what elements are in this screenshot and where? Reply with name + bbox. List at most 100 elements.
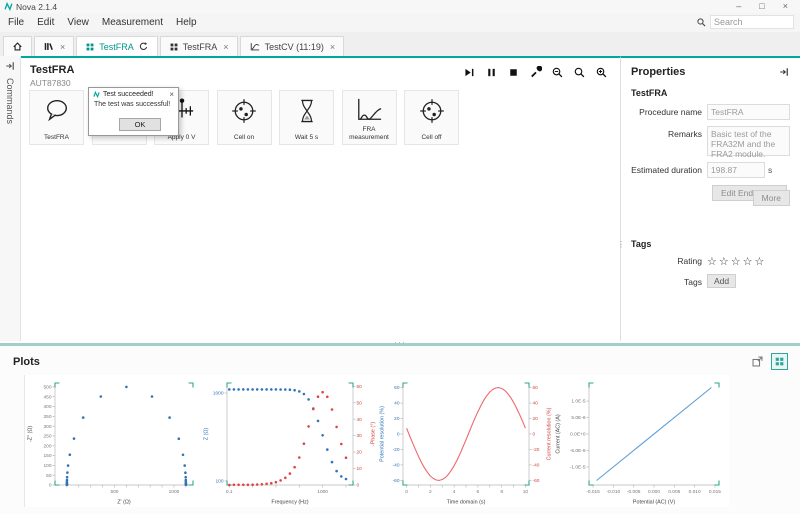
procedure-name-label: Procedure name (631, 104, 707, 117)
command-block-cell-off[interactable]: Cell off (404, 90, 459, 145)
svg-text:1000: 1000 (213, 391, 224, 397)
hourglass-icon (294, 97, 320, 125)
svg-text:50: 50 (357, 400, 363, 406)
dialog-ok-button[interactable]: OK (119, 118, 161, 131)
tab-label: TestFRA (99, 42, 134, 52)
commands-panel-collapsed[interactable]: Commands (0, 56, 21, 341)
menubar: File Edit View Measurement Help (0, 13, 800, 32)
svg-text:-Phase (°): -Phase (°) (371, 422, 377, 447)
svg-text:100: 100 (215, 479, 223, 485)
rating-stars[interactable]: ☆☆☆☆☆ (707, 255, 766, 268)
menu-help[interactable]: Help (176, 17, 197, 28)
svg-text:Potential (AC) (V): Potential (AC) (V) (633, 500, 675, 506)
collapse-panel-icon[interactable] (778, 66, 790, 78)
menu-measurement[interactable]: Measurement (102, 17, 163, 28)
svg-text:Current resolution (%): Current resolution (%) (547, 407, 553, 460)
tab-close-icon[interactable]: × (330, 42, 335, 52)
more-button[interactable]: More (753, 190, 790, 206)
svg-text:2: 2 (429, 489, 432, 495)
popout-plots-icon[interactable] (751, 355, 764, 368)
menu-view[interactable]: View (67, 17, 89, 28)
svg-text:0: 0 (49, 483, 52, 489)
command-block-fra[interactable]: FRA measurement (342, 90, 397, 145)
command-block-wait[interactable]: Wait 5 s (279, 90, 334, 145)
properties-title: Properties (631, 66, 685, 78)
plots-title: Plots (13, 356, 40, 368)
svg-text:20: 20 (394, 416, 400, 422)
svg-text:60: 60 (394, 385, 400, 391)
close-button[interactable]: × (783, 0, 788, 13)
plot-nyquist[interactable]: 5001000Z' (Ω)050100150200250300350400450… (25, 375, 201, 507)
zoom-in-button[interactable] (594, 65, 608, 79)
grid-icon (169, 42, 179, 52)
tab-close-icon[interactable]: × (60, 42, 65, 52)
svg-text:40: 40 (357, 417, 363, 423)
menu-file[interactable]: File (8, 17, 24, 28)
zoom-out-button[interactable] (550, 65, 564, 79)
expand-panel-icon[interactable] (4, 60, 16, 72)
procedure-name-field[interactable]: TestFRA (707, 104, 790, 120)
cell-on-icon (230, 97, 258, 125)
svg-text:-40: -40 (393, 463, 400, 469)
properties-section-title: TestFRA (631, 88, 790, 98)
pause-button[interactable] (484, 65, 498, 79)
nova-logo-icon (93, 91, 100, 98)
tab-testfra[interactable]: TestFRA × (160, 36, 238, 56)
remarks-field[interactable]: Basic test of the FRA32M and the FRA2 mo… (707, 126, 790, 156)
home-icon (12, 41, 23, 52)
panel-resize-grip[interactable]: ⋮ (617, 243, 625, 246)
menu-edit[interactable]: Edit (37, 17, 54, 28)
svg-text:Current (AC) (A): Current (AC) (A) (556, 414, 562, 453)
zoom-reset-button[interactable] (572, 65, 586, 79)
svg-text:-20: -20 (533, 447, 540, 453)
svg-text:-Z'' (Ω): -Z'' (Ω) (28, 426, 34, 442)
svg-text:500: 500 (110, 489, 118, 495)
svg-text:0.015: 0.015 (709, 489, 721, 495)
svg-text:Frequency (Hz): Frequency (Hz) (271, 500, 308, 506)
stop-button[interactable] (506, 65, 520, 79)
tab-library[interactable]: × (34, 36, 74, 56)
maximize-button[interactable]: □ (759, 0, 764, 13)
search-icon (696, 17, 707, 28)
plot-bode[interactable]: 0.11000Frequency (Hz)1001000Z (Ω)0102030… (201, 375, 377, 507)
command-block-cell-on[interactable]: Cell on (217, 90, 272, 145)
estimated-duration-field[interactable]: 198.87 (707, 162, 765, 178)
dialog-titlebar: Test succeeded! × (89, 88, 178, 99)
fra-curve-icon (354, 97, 384, 123)
svg-text:150: 150 (43, 453, 51, 459)
charts-row: 5001000Z' (Ω)050100150200250300350400450… (24, 375, 800, 507)
svg-text:-5.0E-6: -5.0E-6 (570, 448, 586, 454)
svg-text:20: 20 (533, 416, 539, 422)
svg-text:-40: -40 (533, 463, 540, 469)
plots-panel: Plots 5001000Z' (Ω)050100150200250300350… (0, 346, 800, 514)
svg-text:8: 8 (500, 489, 503, 495)
search-input[interactable] (710, 15, 794, 29)
svg-text:-0.015: -0.015 (586, 489, 600, 495)
tab-home[interactable] (3, 36, 32, 56)
plot-time-domain[interactable]: 0246810Time domain (s)-60-40-200204060Po… (377, 375, 553, 507)
command-block-testfra[interactable]: TestFRA (29, 90, 84, 145)
library-icon (43, 41, 54, 52)
plot-lissajous[interactable]: -0.015-0.010-0.0050.0000.0050.0100.015Po… (553, 375, 729, 507)
rating-label: Rating (631, 255, 707, 266)
commands-strip-label: Commands (5, 78, 15, 124)
tab-close-icon[interactable]: × (223, 42, 228, 52)
grid-view-button[interactable] (771, 353, 788, 370)
dialog-message: The test was successful! (89, 99, 178, 108)
svg-text:40: 40 (394, 401, 400, 407)
tab-label: TestFRA (183, 42, 218, 52)
tab-label: TestCV (11:19) (265, 42, 324, 52)
curve-icon (249, 41, 261, 52)
svg-text:Potential resolution (%): Potential resolution (%) (380, 406, 386, 462)
minimize-button[interactable]: – (736, 0, 741, 13)
grid-icon (85, 42, 95, 52)
tab-testcv[interactable]: TestCV (11:19) × (240, 36, 345, 56)
tab-testfra-active[interactable]: TestFRA (76, 36, 158, 56)
duration-unit: s (768, 162, 772, 175)
dialog-close-icon[interactable]: × (169, 91, 174, 98)
add-tag-button[interactable]: Add (707, 274, 736, 288)
play-button[interactable] (462, 65, 476, 79)
refresh-icon[interactable] (138, 41, 149, 52)
options-wrench-icon[interactable] (528, 65, 542, 79)
svg-text:450: 450 (43, 394, 51, 400)
